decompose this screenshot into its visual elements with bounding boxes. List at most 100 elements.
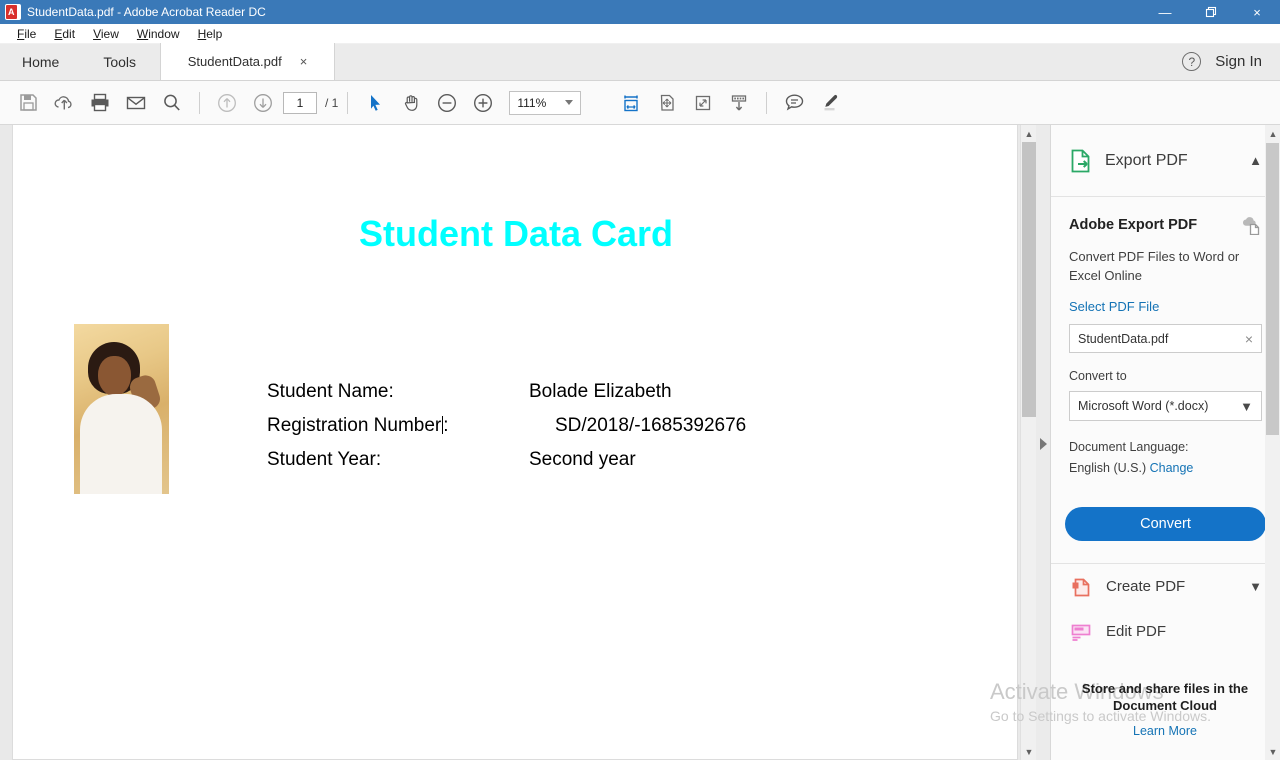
change-language-link[interactable]: Change: [1150, 461, 1194, 475]
scroll-mode-button[interactable]: [721, 88, 757, 118]
tab-studentdata-pdf[interactable]: StudentData.pdf ×: [160, 43, 336, 80]
tool-edit-pdf[interactable]: Edit PDF: [1051, 609, 1280, 654]
tools-panel-scrollbar-thumb[interactable]: [1266, 143, 1279, 435]
full-screen-icon: [696, 95, 711, 110]
print-button[interactable]: [82, 88, 118, 118]
document-cloud-icon: [1243, 217, 1260, 235]
export-pdf-body: Adobe Export PDF Convert PDF Files to Wo…: [1051, 197, 1280, 479]
restore-icon: [1205, 6, 1217, 18]
field-row-student-name: Student Name: Bolade Elizabeth: [267, 381, 746, 415]
highlight-pen-icon: [824, 94, 838, 111]
close-icon[interactable]: ×: [300, 55, 308, 68]
menu-bar: File Edit View Window Help: [0, 24, 1280, 44]
document-scrollbar[interactable]: ▲ ▼: [1020, 125, 1036, 760]
menu-view-mnemonic: V: [93, 26, 101, 41]
previous-page-button[interactable]: [209, 88, 245, 118]
upload-to-cloud-icon: [54, 96, 72, 110]
toolbar-separator-1: [199, 91, 200, 114]
tools-panel: Export PDF ▲ Adobe Export PDF Convert PD…: [1050, 125, 1280, 760]
tool-create-pdf[interactable]: Create PDF ▼: [1051, 564, 1280, 609]
tab-tools[interactable]: Tools: [81, 43, 158, 80]
upload-to-cloud-button[interactable]: [46, 88, 82, 118]
zoom-level-value: 111%: [517, 95, 547, 110]
document-language-label: Document Language:: [1069, 440, 1189, 454]
menu-help-label: elp: [206, 26, 223, 41]
help-icon[interactable]: ?: [1182, 52, 1202, 71]
page-number-input[interactable]: 1: [283, 91, 317, 114]
document-scrollbar-thumb[interactable]: [1022, 142, 1036, 417]
menu-view[interactable]: View: [84, 24, 128, 44]
student-year-label: Student Year:: [267, 449, 382, 470]
select-pdf-file-link[interactable]: Select PDF File: [1069, 299, 1262, 314]
sign-in-button[interactable]: Sign In: [1215, 53, 1262, 70]
menu-file[interactable]: File: [8, 24, 45, 44]
close-button[interactable]: ×: [1234, 0, 1280, 24]
next-page-button[interactable]: [245, 88, 281, 118]
chevron-down-icon[interactable]: ▼: [1249, 579, 1262, 594]
adobe-export-pdf-heading-text: Adobe Export PDF: [1069, 217, 1198, 233]
highlight-button[interactable]: [812, 88, 848, 118]
document-view: Student Data Card Student Name: Bolade E…: [0, 125, 1036, 760]
zoom-in-button[interactable]: [465, 88, 501, 118]
chevron-down-icon: ▼: [1240, 398, 1253, 414]
fit-page-button[interactable]: [649, 88, 685, 118]
panel-scroll-down-icon[interactable]: ▼: [1265, 743, 1280, 760]
document-language: Document Language: English (U.S.) Change: [1069, 437, 1262, 479]
export-pdf-header[interactable]: Export PDF ▲: [1051, 125, 1280, 197]
promo-line-1: Store and share files in the: [1081, 681, 1249, 696]
email-button[interactable]: [118, 88, 154, 118]
photo-face: [98, 356, 131, 396]
menu-window-label: indow: [148, 26, 180, 41]
student-name-value: Bolade Elizabeth: [529, 381, 672, 402]
panel-scroll-up-icon[interactable]: ▲: [1265, 125, 1280, 142]
zoom-in-icon: [474, 93, 493, 112]
restore-button[interactable]: [1188, 0, 1234, 24]
menu-file-label: ile: [24, 26, 37, 41]
menu-edit-label: dit: [62, 26, 76, 41]
menu-edit[interactable]: Edit: [45, 24, 84, 44]
comment-icon: [785, 94, 804, 111]
pdf-document-icon: [5, 4, 21, 20]
hand-tool-icon: [404, 95, 418, 111]
convert-to-dropdown[interactable]: Microsoft Word (*.docx) ▼: [1069, 391, 1262, 421]
search-button[interactable]: [154, 88, 190, 118]
scroll-up-icon[interactable]: ▲: [1021, 125, 1037, 142]
learn-more-link[interactable]: Learn More: [1133, 724, 1197, 738]
clear-file-icon[interactable]: ×: [1245, 331, 1253, 347]
convert-button[interactable]: Convert: [1065, 507, 1266, 541]
fit-width-button[interactable]: [613, 88, 649, 118]
registration-number-label-text: Registration Number: [267, 415, 442, 436]
tab-bar: Home Tools StudentData.pdf × ? Sign In: [0, 43, 1280, 81]
hand-tool-button[interactable]: [393, 88, 429, 118]
student-year-value: Second year: [529, 449, 636, 470]
fit-page-icon: [661, 94, 674, 111]
title-bar: StudentData.pdf - Adobe Acrobat Reader D…: [0, 0, 1280, 24]
right-panel-expander[interactable]: [1036, 125, 1050, 760]
field-row-registration-number: Registration Number: SD/2018/-1685392676: [267, 415, 746, 449]
convert-to-label: Convert to: [1069, 369, 1127, 383]
save-file-button[interactable]: [10, 88, 46, 118]
full-screen-button[interactable]: [685, 88, 721, 118]
registration-number-value: SD/2018/-1685392676: [555, 415, 747, 436]
chevron-up-icon[interactable]: ▲: [1249, 153, 1262, 168]
menu-window-mnemonic: W: [136, 26, 149, 41]
next-page-icon: [254, 93, 272, 112]
menu-view-label: iew: [100, 26, 119, 41]
search-icon: [164, 94, 180, 111]
comment-button[interactable]: [776, 88, 812, 118]
adobe-export-pdf-heading: Adobe Export PDF: [1069, 215, 1262, 235]
toolbar-separator-2: [347, 91, 349, 114]
tab-home[interactable]: Home: [0, 43, 81, 80]
pdf-page: Student Data Card Student Name: Bolade E…: [12, 125, 1018, 760]
select-tool-button[interactable]: [357, 88, 393, 118]
menu-help[interactable]: Help: [189, 24, 232, 44]
zoom-out-button[interactable]: [429, 88, 465, 118]
zoom-level-dropdown[interactable]: 111%: [509, 90, 582, 115]
scroll-down-icon[interactable]: ▼: [1021, 743, 1037, 760]
tools-panel-scrollbar[interactable]: ▲ ▼: [1265, 125, 1280, 760]
selected-file-field[interactable]: StudentData.pdf ×: [1069, 324, 1262, 353]
minimize-button[interactable]: —: [1142, 0, 1188, 24]
menu-window[interactable]: Window: [128, 24, 189, 44]
export-pdf-icon: [1071, 149, 1090, 172]
tab-bar-right: ? Sign In: [1182, 43, 1280, 80]
